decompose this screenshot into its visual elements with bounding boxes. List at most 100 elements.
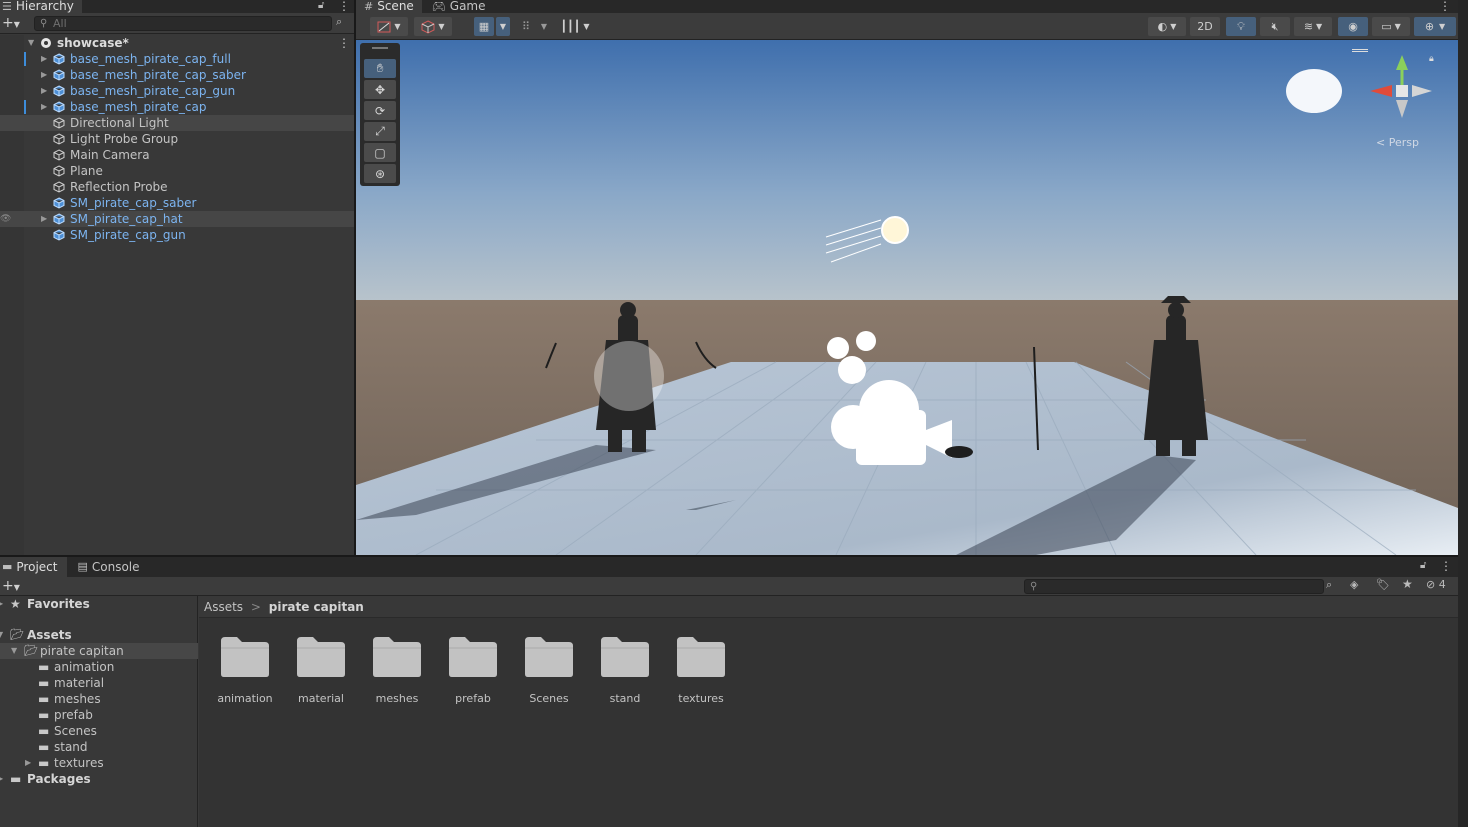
favorites-row[interactable]: ▶ ★ Favorites [0,596,198,612]
gizmo-drag-handle[interactable] [1352,49,1368,52]
transform-tool-button[interactable]: ⊛ [364,164,396,183]
scene-root-row[interactable]: ▼ showcase* ⋮ [0,35,354,51]
subfolder-row[interactable]: ▬ material [0,675,198,691]
folder-tile[interactable]: Scenes [512,636,586,705]
grid-icon: # [364,0,374,13]
folder-tile[interactable]: material [284,636,358,705]
right-edge-scrollbar[interactable] [1458,0,1468,827]
scene-viewport[interactable]: ✋︎ ✥ ⟳ ⤢ ▢ ⊛ < Persp 🔒︎ [356,40,1458,555]
collapse-arrow-icon[interactable]: ▼ [0,627,3,643]
expand-arrow-icon[interactable]: ▶ [41,67,47,83]
hierarchy-item[interactable]: Plane [0,163,354,179]
increment-snap-button[interactable]: ┃┃┃ ▼ [556,17,594,36]
rotate-tool-button[interactable]: ⟳ [364,101,396,120]
rect-tool-button[interactable]: ▢ [364,143,396,162]
hierarchy-item[interactable]: ▶ base_mesh_pirate_cap [0,99,354,115]
assets-row[interactable]: ▼ 📂︎ Assets [0,627,198,643]
move-tool-button[interactable]: ✥ [364,80,396,99]
visibility-eye-icon[interactable]: 👁︎ [0,211,11,227]
scene-menu-icon[interactable]: ⋮ [338,35,350,51]
collapse-arrow-icon[interactable]: ▼ [28,35,34,51]
scene-visibility-button[interactable]: ◉ [1338,17,1368,36]
hierarchy-item[interactable]: ▶ base_mesh_pirate_cap_saber [0,67,354,83]
folder-tile[interactable]: meshes [360,636,434,705]
scene-render[interactable] [356,40,1458,555]
tab-console[interactable]: ▤ Console [67,557,149,577]
grid-dropdown-button[interactable]: ▼ [496,17,510,36]
search-by-type-icon[interactable]: ⌕ [1326,578,1332,592]
kebab-menu-icon[interactable]: ⋮ [338,0,350,13]
grid-toggle-button[interactable]: ▦ [474,17,494,36]
project-create-button[interactable]: +▼ [2,579,20,595]
project-kebab-icon[interactable]: ⋮ [1440,559,1452,573]
project-assets-area[interactable]: Assets > pirate capitan animation materia… [199,596,1458,827]
expand-arrow-icon[interactable]: ▶ [25,755,31,771]
camera-settings-dropdown[interactable]: ▭ ▼ [1372,17,1410,36]
expand-arrow-icon[interactable]: ▶ [41,51,47,67]
folder-tile[interactable]: prefab [436,636,510,705]
tab-scene[interactable]: # Scene [356,0,422,13]
tab-hierarchy[interactable]: ☰ Hierarchy [0,0,82,13]
packages-row[interactable]: ▶ ▬ Packages [0,771,198,787]
collapse-arrow-icon[interactable]: ▼ [11,643,17,659]
effects-dropdown[interactable]: ◐ ▼ [1148,17,1186,36]
favorites-row-label: Favorites [27,597,90,611]
hierarchy-item[interactable]: ▶ SM_pirate_cap_hat [0,211,354,227]
hierarchy-item[interactable]: SM_pirate_cap_gun [0,227,354,243]
lighting-toggle-button[interactable]: 💡︎ [1226,17,1256,36]
subfolder-row[interactable]: ▶ ▬ textures [0,755,198,771]
snap-increment-button[interactable]: ⠿ [516,17,536,36]
render-mode-dropdown[interactable]: ▼ [414,17,452,36]
expand-arrow-icon[interactable]: ▶ [0,596,3,612]
subfolder-row[interactable]: ▬ meshes [0,691,198,707]
filter-label-icon[interactable]: 🏷︎ [1376,578,1390,591]
draw-mode-dropdown[interactable]: ▼ [370,17,408,36]
lock-icon[interactable]: 🔓︎ [318,0,324,11]
expand-arrow-icon[interactable]: ▶ [41,83,47,99]
hierarchy-item[interactable]: Main Camera [0,147,354,163]
gizmos-dropdown[interactable]: ⊕ ▼ [1414,17,1456,36]
scene-kebab-icon[interactable]: ⋮ [1439,0,1451,13]
hierarchy-item[interactable]: Directional Light [0,115,354,131]
expand-arrow-icon[interactable]: ▶ [41,211,47,227]
hierarchy-item[interactable]: SM_pirate_cap_saber [0,195,354,211]
subfolder-row[interactable]: ▬ stand [0,739,198,755]
folder-tile[interactable]: stand [588,636,662,705]
project-lock-icon[interactable]: 🔓︎ [1420,560,1426,571]
tools-drag-handle[interactable] [372,47,388,49]
create-button[interactable]: +▼ [2,16,20,32]
scene-search-icon[interactable]: ⌕ [336,15,342,29]
hierarchy-item[interactable]: ▶ base_mesh_pirate_cap_full [0,51,354,67]
folder-tile[interactable]: textures [664,636,738,705]
subfolder-row[interactable]: ▬ Scenes [0,723,198,739]
hierarchy-search-input[interactable]: ⚲ All [34,16,332,31]
2d-toggle-button[interactable]: 2D [1190,17,1220,36]
expand-arrow-icon[interactable]: ▶ [0,771,3,787]
snap-dropdown-button[interactable]: ▼ [538,17,550,36]
tab-project[interactable]: ▬ Project [0,557,68,577]
subfolder-row[interactable]: ▬ animation [0,659,198,675]
hierarchy-item[interactable]: Reflection Probe [0,179,354,195]
hidden-packages-button[interactable]: ⊘ 4 [1426,578,1446,591]
breadcrumb-current[interactable]: pirate capitan [269,600,364,614]
tab-game[interactable]: 🎮︎ Game [422,0,494,13]
persp-label[interactable]: < Persp [1376,136,1419,149]
open-folder-icon: 📂︎ [10,628,24,641]
favorite-star-icon[interactable]: ★ [1402,577,1413,591]
hierarchy-item[interactable]: Light Probe Group [0,131,354,147]
project-panel: ▬ Project ▤ Console 🔓︎ ⋮ +▼ ⚲ ⌕ ◈ 🏷︎ ★ ⊘… [0,557,1458,827]
filter-type-icon[interactable]: ◈ [1350,578,1358,591]
folder-tile[interactable]: animation [208,636,282,705]
audio-toggle-button[interactable]: 🔇︎ [1260,17,1290,36]
scale-tool-button[interactable]: ⤢ [364,122,396,141]
reflection-probe-gizmo[interactable] [594,341,664,411]
hierarchy-item[interactable]: ▶ base_mesh_pirate_cap_gun [0,83,354,99]
project-search-input[interactable]: ⚲ [1024,579,1324,594]
hand-tool-button[interactable]: ✋︎ [364,59,396,78]
pirate-capitan-row[interactable]: ▼ 📂︎ pirate capitan [0,643,198,659]
expand-arrow-icon[interactable]: ▶ [41,99,47,115]
gizmo-lock-icon[interactable]: 🔒︎ [1429,54,1434,64]
fx-dropdown-button[interactable]: ≋ ▼ [1294,17,1332,36]
breadcrumb-root[interactable]: Assets [204,600,243,614]
subfolder-row[interactable]: ▬ prefab [0,707,198,723]
